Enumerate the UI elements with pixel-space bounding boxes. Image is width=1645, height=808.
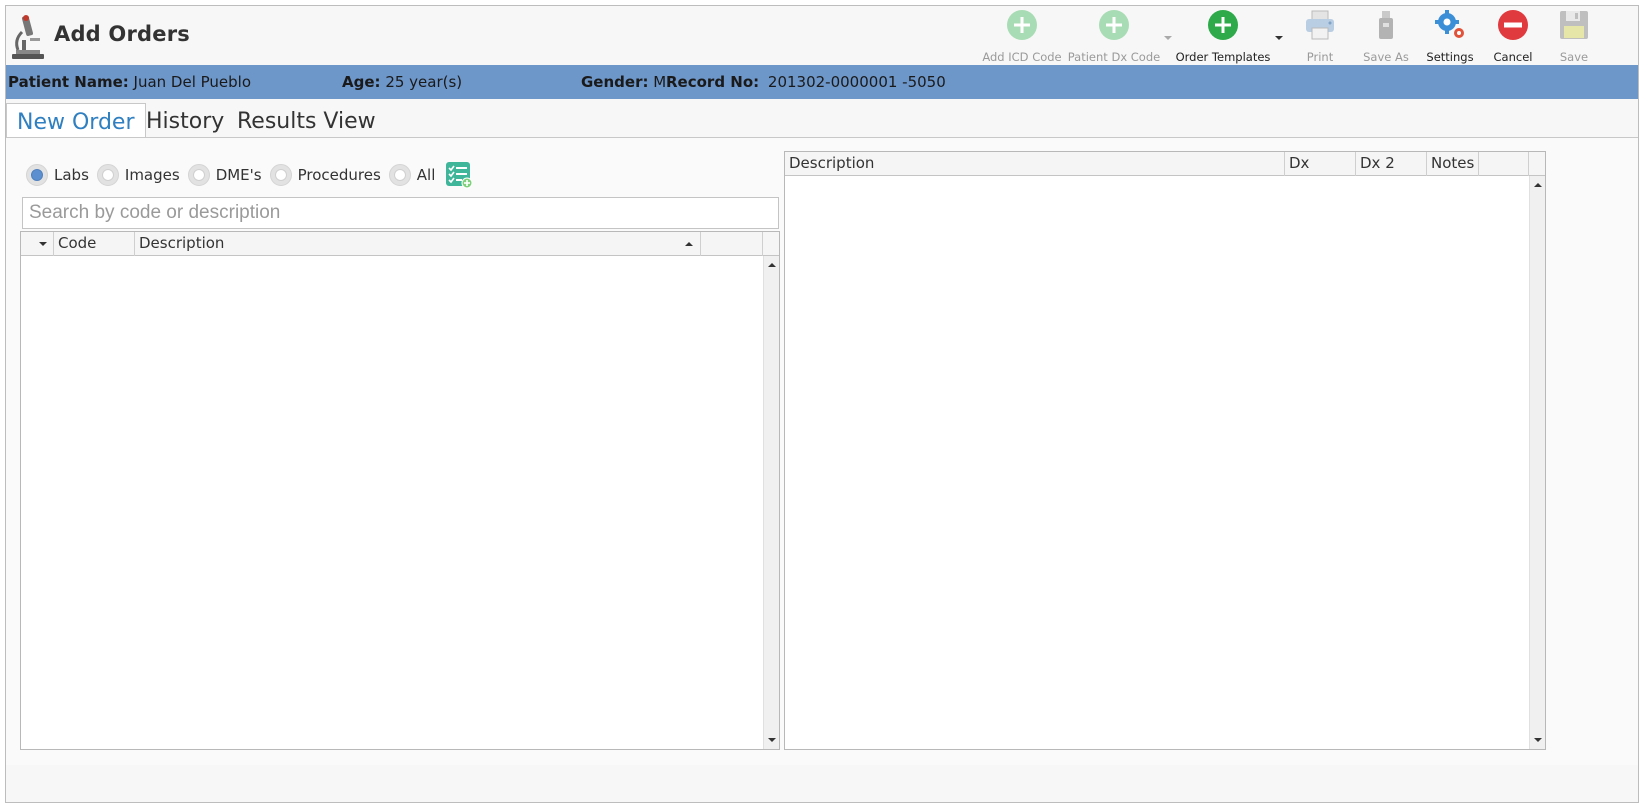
tab-results-view[interactable]: Results View — [227, 103, 386, 139]
scroll-down-icon[interactable] — [767, 735, 777, 745]
save-as-button[interactable]: Save As — [1354, 8, 1418, 64]
column-header-code[interactable]: Code — [54, 232, 135, 256]
scroll-up-icon[interactable] — [767, 260, 777, 270]
plus-circle-icon — [1099, 10, 1129, 40]
checklist-add-icon[interactable] — [445, 161, 473, 189]
radio-labs[interactable]: Labs — [26, 164, 89, 186]
column-chooser[interactable] — [21, 232, 54, 256]
plus-circle-icon — [1007, 10, 1037, 40]
header: Add Orders Add ICD Code Patient Dx Code … — [6, 6, 1638, 65]
radio-images[interactable]: Images — [96, 164, 180, 186]
chevron-down-icon[interactable] — [1274, 34, 1284, 42]
microscope-icon — [12, 15, 44, 59]
cancel-button[interactable]: Cancel — [1484, 8, 1542, 64]
scroll-up-icon[interactable] — [1533, 180, 1543, 190]
scroll-down-icon[interactable] — [1533, 735, 1543, 745]
patient-record-no: Record No: 201302-0000001 -5050 — [666, 73, 946, 91]
save-button[interactable]: Save — [1546, 8, 1602, 64]
toolbar: Add ICD Code Patient Dx Code Order Templ… — [978, 6, 1638, 65]
column-header-description[interactable]: Description — [135, 232, 701, 256]
tab-bar: New Order History Results View — [6, 99, 1638, 141]
grid-header: Description Dx Dx 2 Notes — [785, 152, 1545, 176]
cancel-icon — [1498, 10, 1528, 40]
orders-catalog-grid: Code Description — [20, 231, 780, 750]
chevron-down-icon[interactable] — [1163, 34, 1173, 42]
column-header-dx[interactable]: Dx — [1285, 152, 1356, 176]
settings-button[interactable]: Settings — [1420, 8, 1480, 64]
patient-age: Age: 25 year(s) — [342, 73, 463, 91]
add-icd-code-button[interactable]: Add ICD Code — [980, 8, 1064, 64]
page-title: Add Orders — [54, 22, 190, 46]
print-button[interactable]: Print — [1290, 8, 1350, 64]
patient-info-bar: Patient Name: Juan Del Pueblo Age: 25 ye… — [6, 65, 1638, 99]
radio-all[interactable]: All — [388, 164, 435, 186]
usb-drive-icon — [1379, 11, 1393, 39]
search-input[interactable] — [22, 197, 779, 229]
plus-circle-icon — [1208, 10, 1238, 40]
add-orders-window: Add Orders Add ICD Code Patient Dx Code … — [5, 5, 1639, 803]
vertical-scrollbar[interactable] — [1529, 176, 1545, 749]
patient-name: Patient Name: Juan Del Pueblo — [8, 73, 252, 91]
floppy-disk-icon — [1560, 11, 1588, 39]
order-templates-button[interactable]: Order Templates — [1173, 8, 1273, 64]
column-header-notes[interactable]: Notes — [1427, 152, 1479, 176]
printer-icon — [1306, 10, 1334, 40]
column-header-extra — [701, 232, 763, 256]
column-header-description[interactable]: Description — [785, 152, 1285, 176]
patient-dx-code-button[interactable]: Patient Dx Code — [1066, 8, 1162, 64]
patient-gender: Gender: M — [581, 73, 667, 91]
grid-header: Code Description — [21, 232, 779, 256]
column-header-extra — [1479, 152, 1529, 176]
tab-new-order[interactable]: New Order — [6, 103, 146, 141]
column-header-dx2[interactable]: Dx 2 — [1356, 152, 1427, 176]
sort-ascending-icon — [685, 242, 693, 246]
chevron-down-icon — [39, 242, 47, 246]
window-footer — [6, 768, 1638, 802]
vertical-scrollbar[interactable] — [763, 256, 779, 749]
order-type-filter: Labs Images DME's Procedures All — [26, 160, 473, 190]
new-order-panel: Labs Images DME's Procedures All Search … — [6, 137, 1638, 765]
selected-orders-grid: Description Dx Dx 2 Notes — [784, 151, 1546, 750]
radio-procedures[interactable]: Procedures — [269, 164, 381, 186]
gear-icon — [1435, 10, 1464, 38]
radio-dmes[interactable]: DME's — [187, 164, 262, 186]
tab-history[interactable]: History — [136, 103, 234, 139]
